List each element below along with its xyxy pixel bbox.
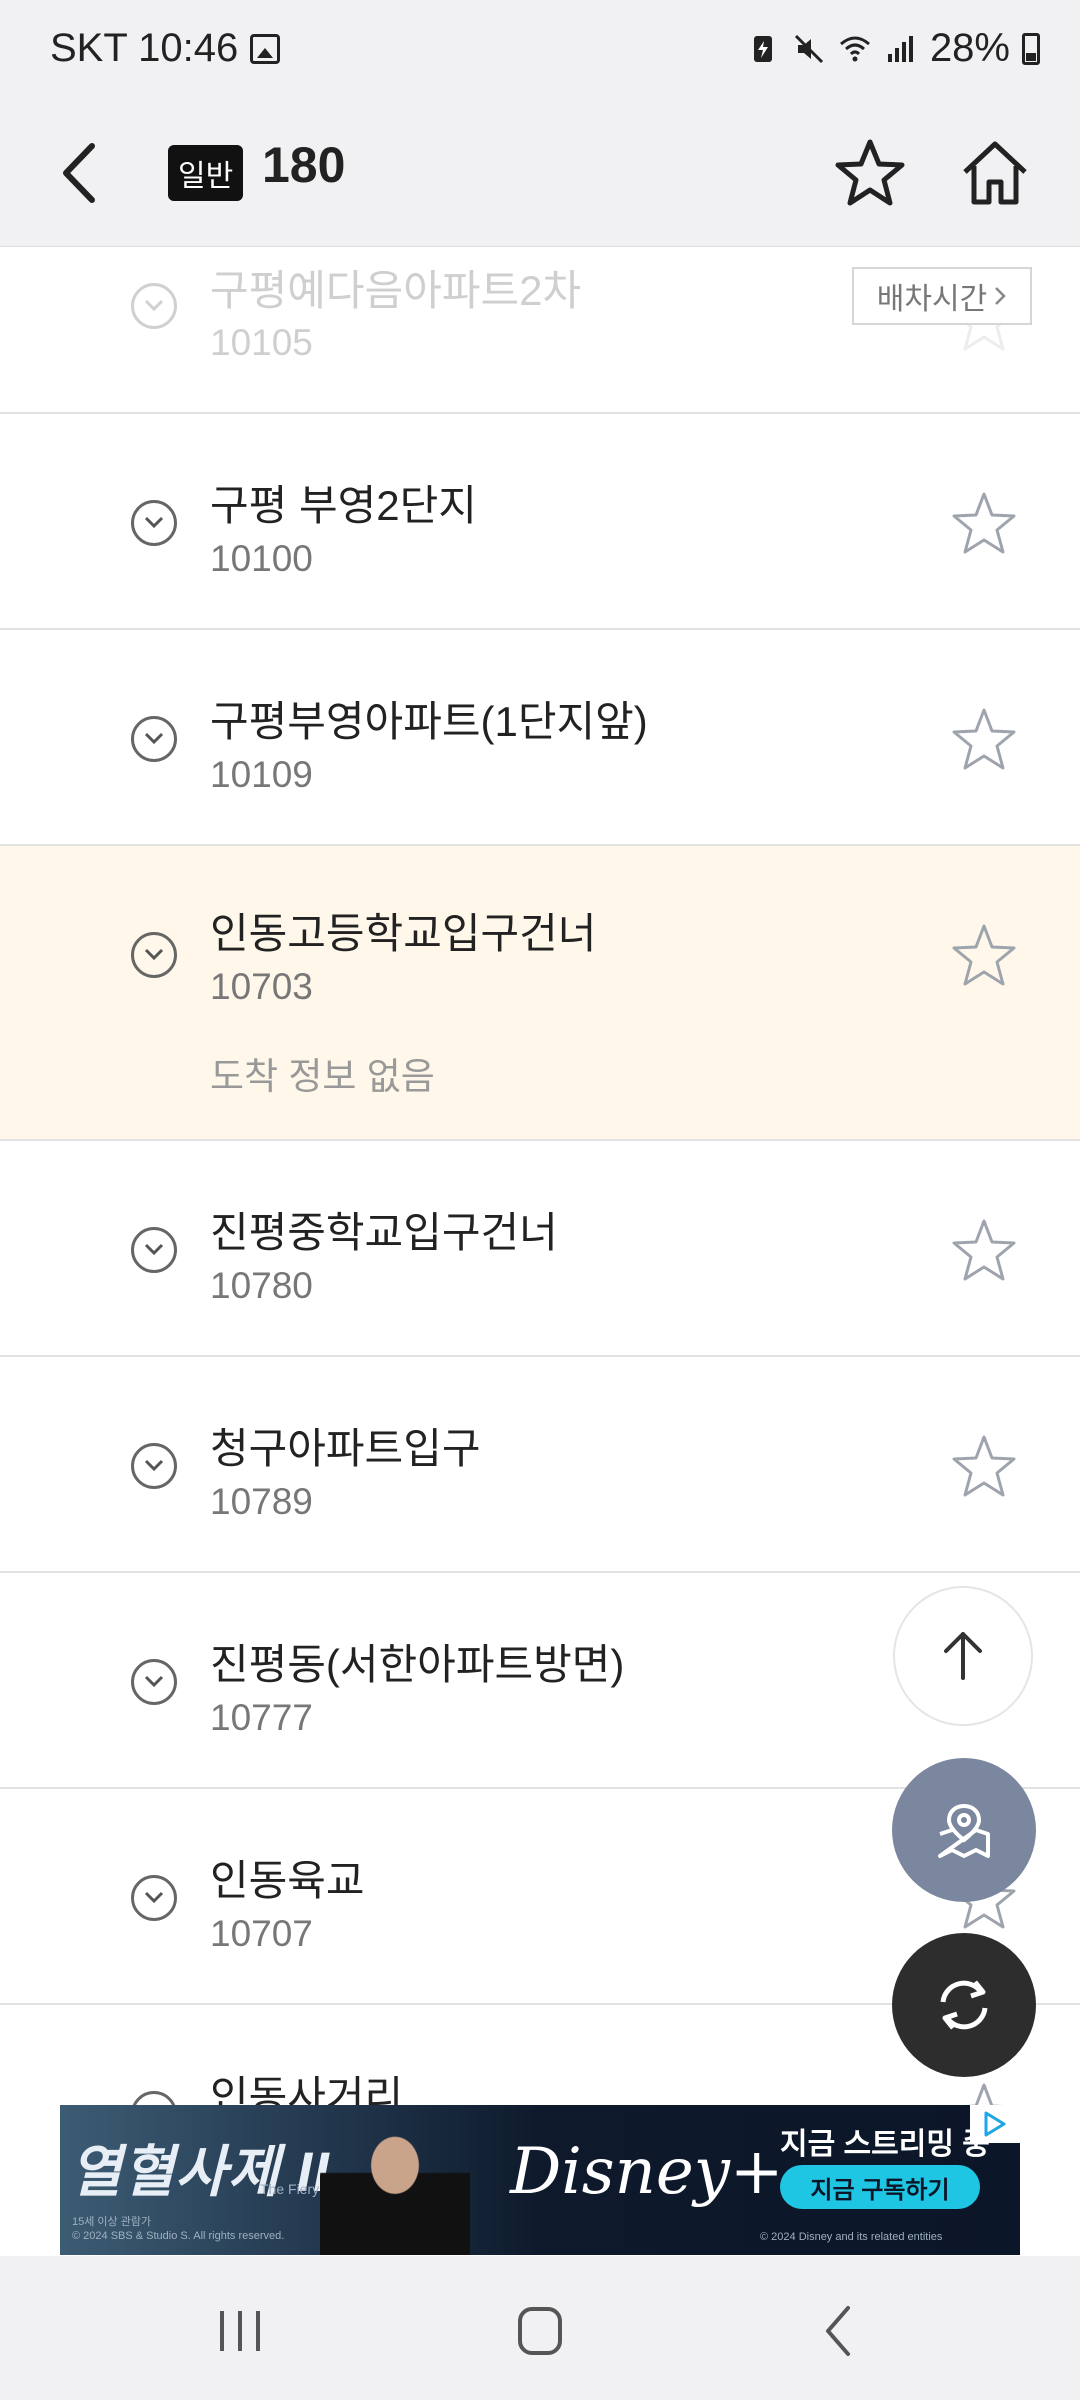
stop-name: 구평예다음아파트2차 — [210, 267, 582, 314]
home-icon — [963, 141, 1027, 205]
ad-person-image — [320, 2117, 470, 2255]
stop-id: 10105 — [210, 322, 313, 363]
schedule-button[interactable]: 배차시간 — [852, 267, 1032, 325]
battery-icon — [1022, 32, 1040, 65]
star-icon[interactable] — [948, 704, 1020, 776]
stop-node-icon[interactable] — [131, 2091, 177, 2105]
chevron-down-icon — [144, 516, 164, 529]
star-icon[interactable] — [948, 1431, 1020, 1503]
star-icon[interactable] — [948, 488, 1020, 560]
ad-info-icon — [984, 2111, 1006, 2137]
stop-id: 10703 — [210, 966, 313, 1007]
battery-saver-icon — [753, 35, 772, 62]
image-notification-icon — [250, 34, 280, 64]
stop-row[interactable]: 구평부영아파트(1단지앞) 10109 — [0, 630, 1080, 846]
recent-apps-icon — [220, 2311, 260, 2351]
status-time: SKT 10:46 — [50, 26, 239, 70]
stop-node-icon[interactable] — [131, 1227, 177, 1273]
wifi-icon — [839, 36, 870, 61]
ad-streaming-text: 지금 스트리밍 중 — [780, 2128, 990, 2161]
stop-name: 인동육교 — [210, 1857, 365, 1904]
stop-id: 10100 — [210, 538, 313, 579]
chevron-down-icon — [144, 732, 164, 745]
ad-copyright-right: © 2024 Disney and its related entities — [760, 2231, 943, 2243]
stop-name: 인동고등학교입구건너 — [210, 910, 597, 957]
map-pin-icon — [938, 1803, 990, 1858]
battery-percent: 28% — [929, 26, 1010, 70]
stop-node-icon[interactable] — [131, 283, 177, 329]
ad-choices-icon[interactable] — [970, 2105, 1020, 2143]
schedule-button-label: 배차시간 — [876, 283, 988, 316]
arrival-info: 도착 정보 없음 — [210, 1056, 435, 1097]
ad-smallprint: 15세 이상 관람가 © 2024 SBS & Studio S. All ri… — [72, 2215, 284, 2243]
stop-row[interactable]: 구평 부영2단지 10100 — [0, 414, 1080, 630]
status-icons: 28% — [746, 26, 1040, 71]
back-nav-button[interactable] — [800, 2296, 880, 2366]
stop-row[interactable]: 청구아파트입구 10789 — [0, 1357, 1080, 1573]
ad-cta-button[interactable]: 지금 구독하기 — [780, 2165, 980, 2209]
stop-name: 청구아파트입구 — [210, 1425, 481, 1472]
route-type-badge: 일반 — [168, 145, 244, 201]
star-icon[interactable] — [948, 1215, 1020, 1287]
home-button[interactable] — [950, 128, 1040, 218]
chevron-down-icon — [144, 1243, 164, 1256]
favorite-route-button[interactable] — [825, 128, 915, 218]
ad-banner[interactable]: 열혈사제 II The Fiery Priest 15세 이상 관람가 © 20… — [60, 2105, 1020, 2255]
recent-apps-button[interactable] — [200, 2296, 280, 2366]
refresh-icon — [940, 1980, 988, 2030]
stop-id: 10789 — [210, 1481, 313, 1522]
arrow-up-icon — [944, 1632, 982, 1680]
system-nav-bar — [0, 2256, 1080, 2400]
mute-icon — [794, 34, 823, 63]
stop-name: 구평부영아파트(1단지앞) — [210, 698, 648, 745]
ad-brand-logo: Disney+ — [510, 2135, 784, 2209]
scroll-top-button[interactable] — [893, 1586, 1033, 1726]
stop-row-highlighted[interactable]: 인동고등학교입구건너 10703 도착 정보 없음 — [0, 846, 1080, 1141]
stop-node-icon[interactable] — [131, 1659, 177, 1705]
stop-name: 진평동(서한아파트방면) — [210, 1641, 625, 1688]
stop-node-icon[interactable] — [131, 716, 177, 762]
home-circle-icon — [518, 2307, 562, 2355]
stop-id: 10780 — [210, 1265, 313, 1306]
stop-name: 구평 부영2단지 — [210, 482, 477, 529]
map-button[interactable] — [892, 1758, 1036, 1902]
chevron-down-icon — [144, 1675, 164, 1688]
stop-node-icon[interactable] — [131, 1443, 177, 1489]
star-icon[interactable] — [948, 2079, 1020, 2105]
stop-name: 인동사거리 — [210, 2073, 404, 2105]
stop-node-icon[interactable] — [131, 1875, 177, 1921]
stop-node-icon[interactable] — [131, 500, 177, 546]
back-button[interactable] — [40, 128, 130, 218]
refresh-button[interactable] — [892, 1933, 1036, 2077]
stop-row[interactable]: 구평예다음아파트2차 10105 배차시간 — [0, 247, 1080, 414]
stop-id: 10109 — [210, 754, 313, 795]
stop-row[interactable]: 진평중학교입구건너 10780 — [0, 1141, 1080, 1357]
star-icon[interactable] — [948, 920, 1020, 992]
status-bar: SKT 10:46 28% — [0, 0, 1080, 100]
route-number: 180 — [262, 137, 346, 193]
stop-name: 진평중학교입구건너 — [210, 1209, 558, 1256]
chevron-left-icon — [63, 143, 95, 203]
ad-rating: 15세 이상 관람가 — [72, 2216, 152, 2228]
chevron-down-icon — [144, 299, 164, 312]
app-header: 일반 180 — [0, 100, 1080, 247]
chevron-down-icon — [144, 1891, 164, 1904]
star-icon — [835, 139, 905, 206]
chevron-right-icon — [995, 287, 1006, 305]
stop-id: 10707 — [210, 1913, 313, 1954]
chevron-down-icon — [144, 1459, 164, 1472]
ad-copyright-left: © 2024 SBS & Studio S. All rights reserv… — [72, 2230, 285, 2242]
home-nav-button[interactable] — [500, 2296, 580, 2366]
stop-id: 10777 — [210, 1697, 313, 1738]
back-nav-icon — [826, 2306, 850, 2356]
stop-node-icon[interactable] — [131, 932, 177, 978]
chevron-down-icon — [144, 948, 164, 961]
signal-icon — [887, 35, 913, 62]
